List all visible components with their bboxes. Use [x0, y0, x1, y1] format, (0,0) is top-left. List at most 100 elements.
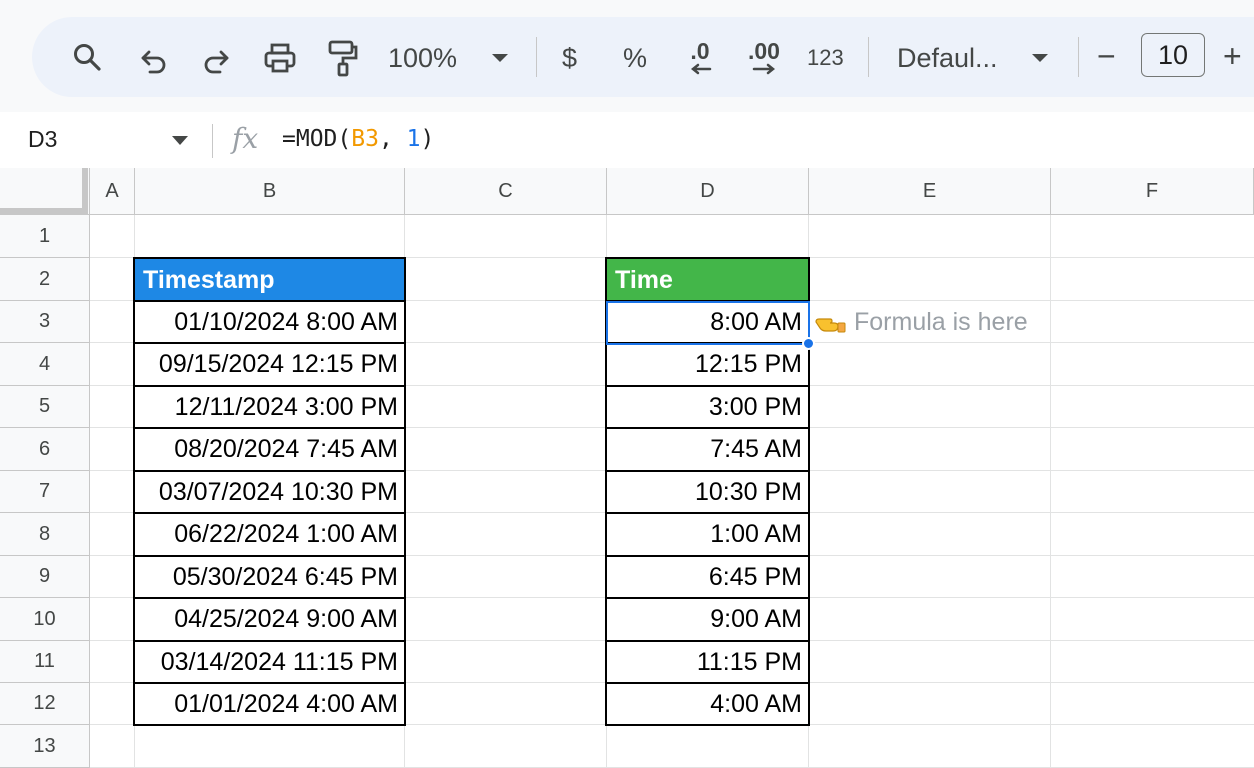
gridline: [90, 257, 1254, 258]
table-row-line: [133, 640, 406, 642]
percent-format-button[interactable]: %: [623, 40, 647, 76]
pointing-hand-icon: [815, 317, 846, 332]
row-header-12[interactable]: 12: [0, 683, 90, 725]
search-icon[interactable]: [70, 40, 104, 74]
timestamp-cell[interactable]: 01/10/2024 8:00 AM: [135, 301, 404, 343]
decrease-decimal-label: .0: [690, 37, 710, 64]
time-cell[interactable]: 1:00 AM: [607, 513, 808, 556]
table-row-line: [605, 682, 810, 684]
table-row-line: [605, 385, 810, 387]
row-header-11[interactable]: 11: [0, 641, 90, 683]
time-cell[interactable]: 12:15 PM: [607, 343, 808, 386]
row-header-3[interactable]: 3: [0, 301, 90, 343]
decrease-decimal-button[interactable]: .0: [680, 36, 720, 78]
increase-font-size-button[interactable]: +: [1223, 38, 1242, 74]
timestamp-cell[interactable]: 05/30/2024 6:45 PM: [135, 556, 404, 598]
table-row-line: [133, 597, 406, 599]
row-header-7[interactable]: 7: [0, 471, 90, 513]
decrease-font-size-button[interactable]: −: [1097, 38, 1116, 74]
column-header-a[interactable]: A: [90, 168, 135, 215]
arrow-right-icon: [752, 63, 776, 74]
zoom-value: 100%: [388, 42, 458, 73]
row-header-4[interactable]: 4: [0, 343, 90, 386]
timestamp-cell[interactable]: 04/25/2024 9:00 AM: [135, 598, 404, 641]
timestamp-cell[interactable]: 09/15/2024 12:15 PM: [135, 343, 404, 386]
formula-part: ,: [378, 126, 407, 152]
number-format-label: 123: [807, 45, 844, 70]
formula-note-text: Formula is here: [854, 308, 1028, 336]
row-header-8[interactable]: 8: [0, 513, 90, 556]
increase-decimal-label: .00: [748, 37, 780, 64]
table-row-line: [133, 682, 406, 684]
row-header-5[interactable]: 5: [0, 386, 90, 428]
gridline: [404, 215, 405, 768]
freeze-handle-horizontal[interactable]: [0, 208, 88, 214]
currency-format-button[interactable]: $: [562, 40, 577, 76]
toolbar-divider: [536, 37, 537, 77]
undo-icon[interactable]: [137, 42, 171, 76]
row-header-6[interactable]: 6: [0, 428, 90, 471]
function-icon: fx: [232, 122, 259, 155]
redo-icon[interactable]: [199, 42, 233, 76]
name-box[interactable]: D3: [28, 126, 57, 153]
print-icon[interactable]: [261, 40, 299, 76]
font-size-input[interactable]: 10: [1141, 33, 1205, 77]
table-row-line: [605, 512, 810, 514]
timestamp-cell[interactable]: 12/11/2024 3:00 PM: [135, 386, 404, 428]
column-header-f[interactable]: F: [1051, 168, 1254, 215]
table-row-line: [605, 470, 810, 472]
table-row-line: [605, 427, 810, 429]
active-cell-selection[interactable]: [606, 301, 810, 345]
column-header-d[interactable]: D: [607, 168, 809, 215]
formula-bar: D3 fx =MOD(B3, 1): [0, 112, 1254, 169]
gridline: [808, 215, 809, 768]
row-header-1[interactable]: 1: [0, 215, 90, 258]
formula-bar-divider: [212, 124, 213, 158]
row-header-2[interactable]: 2: [0, 258, 90, 301]
zoom-select[interactable]: 100%: [388, 40, 457, 76]
row-header-13[interactable]: 13: [0, 725, 90, 768]
time-header[interactable]: Time: [607, 259, 808, 301]
time-cell[interactable]: 6:45 PM: [607, 556, 808, 598]
timestamp-cell[interactable]: 08/20/2024 7:45 AM: [135, 428, 404, 471]
table-row-line: [133, 342, 406, 344]
timestamp-cell[interactable]: 03/14/2024 11:15 PM: [135, 641, 404, 683]
table-row-line: [133, 512, 406, 514]
table-row-line: [133, 470, 406, 472]
toolbar-divider: [1078, 37, 1079, 77]
column-header-e[interactable]: E: [809, 168, 1051, 215]
table-row-line: [133, 385, 406, 387]
table-row-line: [133, 555, 406, 557]
toolbar-divider: [868, 37, 869, 77]
chevron-down-icon[interactable]: [1030, 50, 1050, 66]
row-header-9[interactable]: 9: [0, 556, 90, 598]
increase-decimal-button[interactable]: .00: [742, 36, 786, 78]
time-cell[interactable]: 7:45 AM: [607, 428, 808, 471]
time-cell[interactable]: 10:30 PM: [607, 471, 808, 513]
time-cell[interactable]: 4:00 AM: [607, 683, 808, 725]
row-header-10[interactable]: 10: [0, 598, 90, 641]
time-cell[interactable]: 9:00 AM: [607, 598, 808, 641]
table-row-line: [605, 597, 810, 599]
minus-icon: −: [1097, 37, 1116, 74]
more-formats-button[interactable]: 123: [807, 40, 844, 76]
fill-handle[interactable]: [802, 337, 815, 350]
chevron-down-icon[interactable]: [490, 50, 510, 66]
column-header-b[interactable]: B: [135, 168, 405, 215]
font-name: Defaul...: [897, 42, 998, 73]
font-select[interactable]: Defaul...: [897, 40, 998, 76]
chevron-down-icon[interactable]: [172, 136, 188, 145]
table-row-line: [133, 300, 406, 302]
timestamp-cell[interactable]: 01/01/2024 4:00 AM: [135, 683, 404, 725]
timestamp-cell[interactable]: 06/22/2024 1:00 AM: [135, 513, 404, 556]
arrow-left-icon: [690, 63, 712, 74]
time-cell[interactable]: 3:00 PM: [607, 386, 808, 428]
time-cell[interactable]: 11:15 PM: [607, 641, 808, 683]
column-header-c[interactable]: C: [405, 168, 607, 215]
formula-input[interactable]: =MOD(B3, 1): [282, 126, 434, 152]
percent-symbol: %: [623, 42, 648, 73]
plus-icon: +: [1223, 37, 1242, 74]
timestamp-header[interactable]: Timestamp: [135, 259, 404, 301]
timestamp-cell[interactable]: 03/07/2024 10:30 PM: [135, 471, 404, 513]
paint-format-icon[interactable]: [325, 38, 359, 78]
